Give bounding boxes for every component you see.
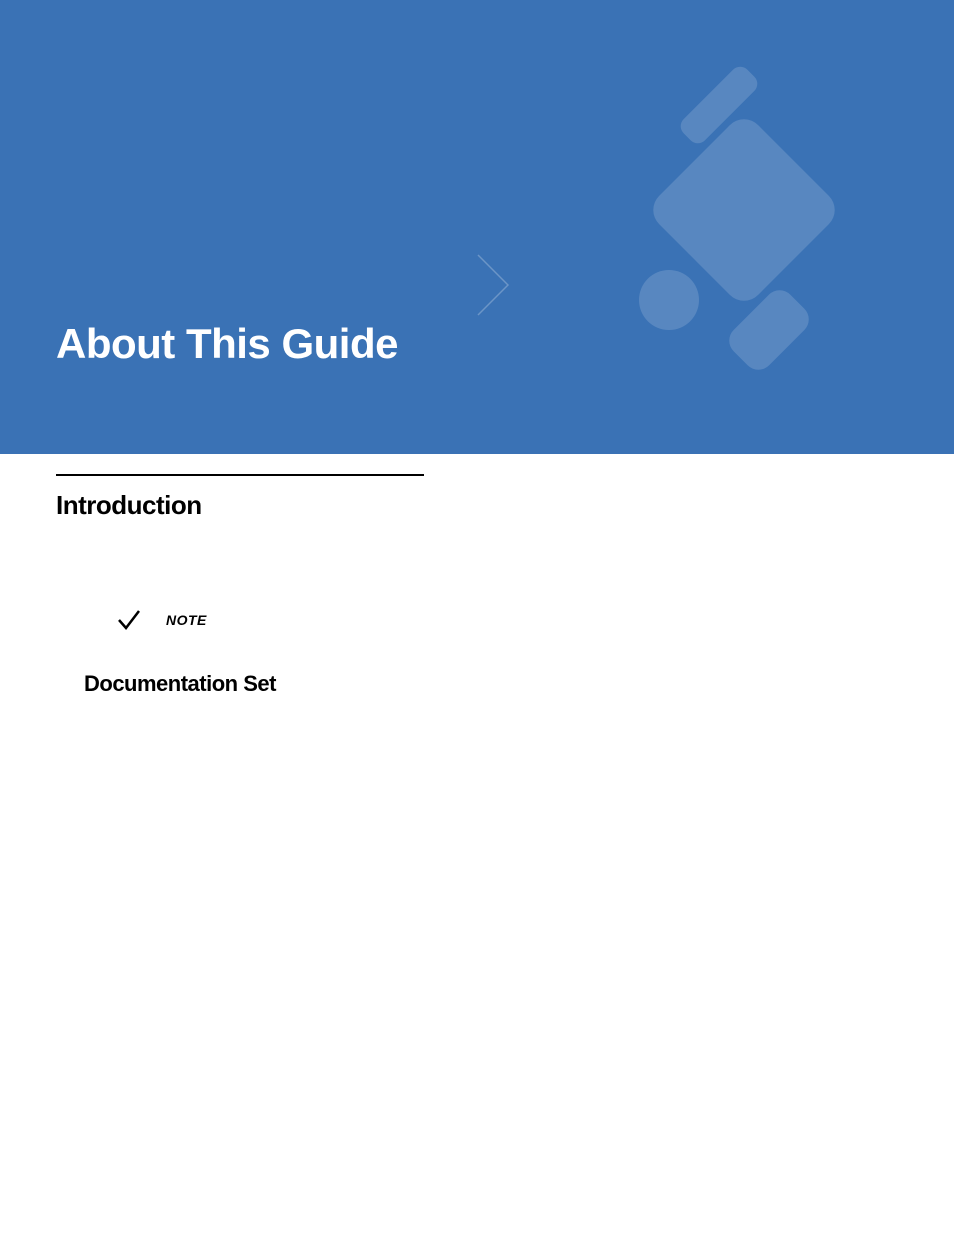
checkmark-icon	[116, 607, 142, 633]
subsection-heading: Documentation Set	[84, 671, 898, 697]
content-area: Introduction NOTE Documentation Set	[0, 454, 954, 717]
banner-decoration-icon	[594, 50, 854, 405]
header-banner: About This Guide	[0, 0, 954, 454]
note-label: NOTE	[166, 612, 207, 628]
section-divider	[56, 474, 424, 476]
chevron-right-icon	[473, 250, 513, 320]
note-block: NOTE	[116, 607, 898, 633]
section-heading: Introduction	[56, 490, 898, 521]
page-title: About This Guide	[56, 320, 398, 368]
